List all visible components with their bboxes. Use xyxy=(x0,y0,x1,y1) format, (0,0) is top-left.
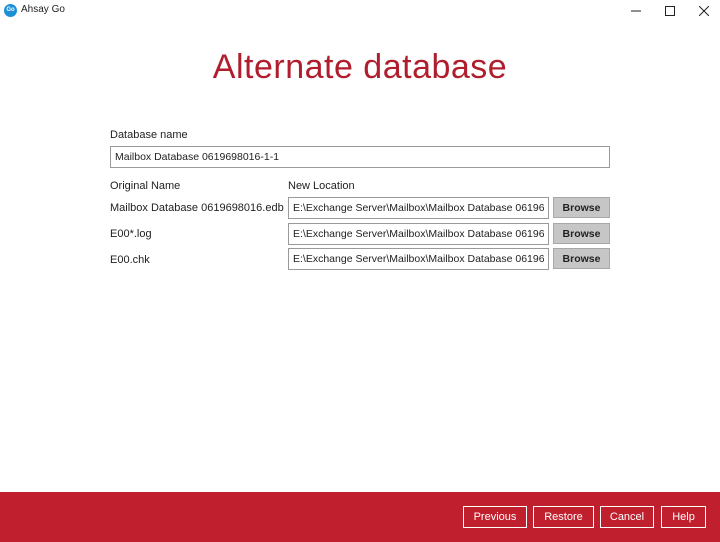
cancel-button[interactable]: Cancel xyxy=(600,506,654,528)
original-name-header: Original Name xyxy=(110,180,181,192)
close-button[interactable] xyxy=(686,0,720,22)
maximize-button[interactable] xyxy=(652,0,688,22)
minimize-icon xyxy=(631,10,641,12)
new-location-header: New Location xyxy=(288,180,355,192)
location-input-edb[interactable] xyxy=(288,197,549,219)
minimize-button[interactable] xyxy=(618,0,654,22)
original-name-log: E00*.log xyxy=(110,228,152,240)
original-name-chk: E00.chk xyxy=(110,254,150,266)
database-name-label: Database name xyxy=(110,129,188,141)
window-title: Ahsay Go xyxy=(21,4,65,15)
browse-button-log[interactable]: Browse xyxy=(553,223,610,244)
help-button[interactable]: Help xyxy=(661,506,706,528)
browse-button-edb[interactable]: Browse xyxy=(553,197,610,218)
browse-button-chk[interactable]: Browse xyxy=(553,248,610,269)
maximize-icon xyxy=(665,6,675,16)
footer-bar: Previous Restore Cancel Help xyxy=(0,492,720,542)
previous-button[interactable]: Previous xyxy=(463,506,527,528)
location-input-chk[interactable] xyxy=(288,248,549,270)
page-title: Alternate database xyxy=(212,48,508,86)
database-name-input[interactable] xyxy=(110,146,610,168)
title-bar: Go Ahsay Go xyxy=(0,0,720,22)
close-icon xyxy=(699,6,709,16)
original-name-edb: Mailbox Database 0619698016.edb xyxy=(110,202,284,214)
app-logo-icon: Go xyxy=(4,4,17,17)
restore-button[interactable]: Restore xyxy=(533,506,594,528)
location-input-log[interactable] xyxy=(288,223,549,245)
